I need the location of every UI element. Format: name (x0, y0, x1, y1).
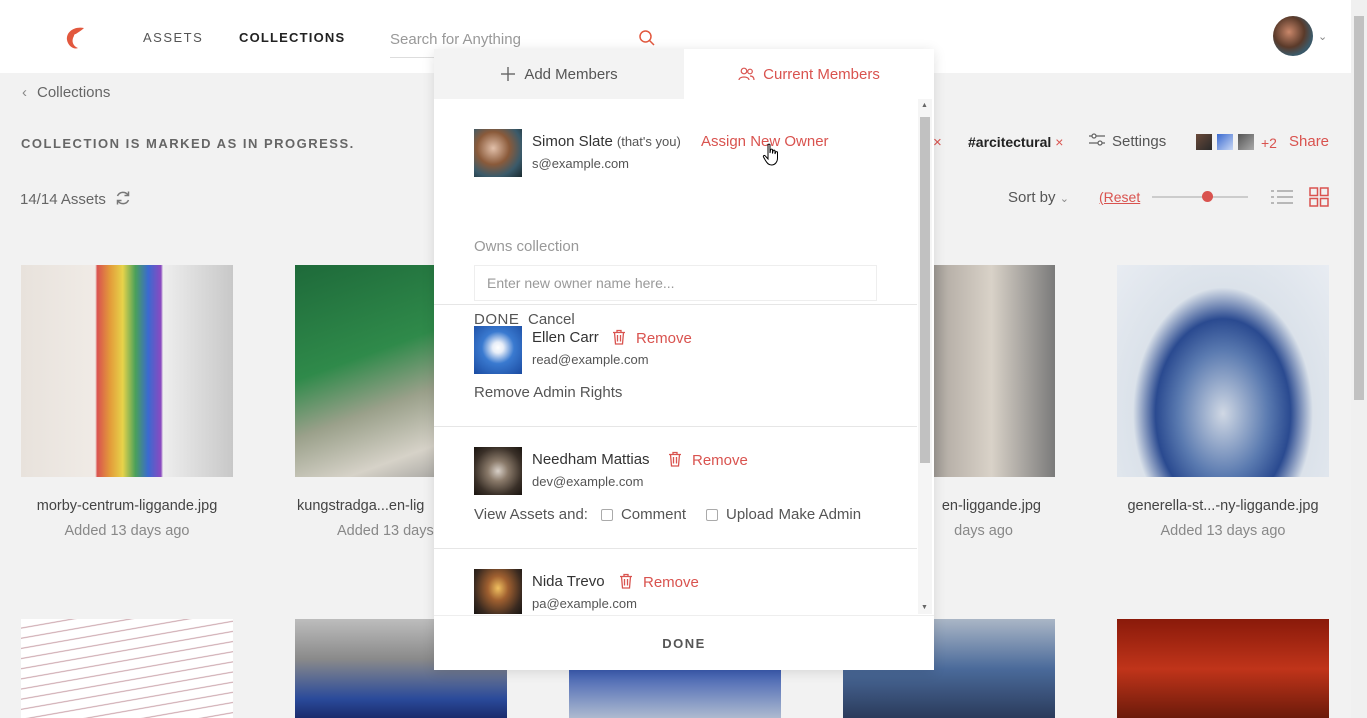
members-list: Simon Slate (that's you) s@example.com As… (434, 99, 917, 614)
member-name: Needham Mattias (532, 451, 650, 468)
member-name: Simon Slate (that's you) (532, 133, 681, 150)
tab-add-members[interactable]: Add Members (434, 49, 684, 99)
asset-thumbnail[interactable] (21, 619, 233, 718)
member-row: Simon Slate (that's you) s@example.com As… (434, 99, 917, 328)
plus-icon (500, 66, 516, 82)
scroll-down-icon[interactable]: ▼ (921, 604, 928, 611)
extra-members-count[interactable]: +2 (1261, 135, 1277, 151)
scroll-up-icon[interactable]: ▲ (921, 102, 928, 109)
share-button[interactable]: Share (1289, 133, 1329, 150)
member-row: Ellen Carr read@example.com Remove Remov… (434, 305, 917, 427)
member-name: Nida Trevo (532, 573, 605, 590)
user-avatar[interactable] (1273, 16, 1313, 56)
scrollbar-thumb[interactable] (1354, 16, 1364, 400)
page-scrollbar[interactable] (1351, 0, 1367, 718)
sliders-icon (1089, 133, 1105, 146)
hand-cursor-icon (762, 143, 778, 166)
remove-member-button[interactable]: Remove (619, 573, 699, 591)
chevron-left-icon: ‹ (22, 84, 27, 101)
trash-icon (669, 451, 681, 467)
member-name-text: Simon Slate (532, 133, 613, 150)
avatar (474, 447, 522, 495)
asset-name: morby-centrum-liggande.jpg (36, 498, 218, 514)
grid-view-icon[interactable] (1309, 187, 1329, 207)
breadcrumb-label: Collections (37, 84, 111, 101)
modal-tabs: Add Members Current Members (434, 49, 934, 99)
member-email: s@example.com (532, 156, 630, 171)
sort-label: Sort by (1008, 189, 1056, 206)
app-logo-icon[interactable] (62, 24, 90, 52)
sort-dropdown[interactable]: Sort by ⌄ (1008, 189, 1069, 206)
remove-member-button[interactable]: Remove (612, 329, 692, 347)
tab-add-members-label: Add Members (524, 65, 618, 83)
remove-label: Remove (692, 452, 748, 469)
modal-scrollbar[interactable]: ▲ ▼ (918, 99, 932, 614)
breadcrumb[interactable]: ‹ Collections (22, 84, 110, 101)
make-admin-button[interactable]: Make Admin (779, 506, 862, 523)
asset-added-date: Added 13 days ago (1160, 523, 1286, 539)
asset-thumbnail[interactable] (1117, 265, 1329, 477)
asset-thumbnail[interactable] (21, 265, 233, 477)
thumbnail (1217, 134, 1233, 150)
close-icon[interactable]: × (1055, 134, 1063, 150)
asset-count: 14/14 Assets (20, 189, 132, 208)
remove-admin-rights-button[interactable]: Remove Admin Rights (474, 384, 622, 401)
member-row: Needham Mattias dev@example.com Remove V… (434, 427, 917, 549)
tag-remove-icon[interactable]: × (933, 134, 942, 151)
permissions-row: View Assets and: Comment Upload Make Adm… (474, 506, 861, 523)
new-owner-input[interactable] (474, 265, 877, 301)
avatar (474, 129, 522, 177)
asset-card[interactable]: morby-centrum-liggande.jpg Added 13 days… (21, 265, 233, 539)
settings-button[interactable]: Settings (1088, 133, 1166, 150)
search-icon[interactable] (638, 29, 656, 47)
remove-member-button[interactable]: Remove (668, 451, 748, 469)
nav-collections[interactable]: COLLECTIONS (239, 30, 345, 45)
refresh-icon[interactable] (114, 189, 132, 207)
asset-card[interactable]: generella-st...-ny-liggande.jpg Added 13… (1117, 265, 1329, 539)
avatar (474, 569, 522, 614)
modal-done-label: DONE (662, 635, 706, 651)
modal-done-button[interactable]: DONE (434, 615, 934, 670)
tag-chip: #arcitectural × (968, 134, 1063, 150)
list-view-icon[interactable] (1271, 188, 1293, 206)
trash-icon (613, 329, 625, 345)
collection-thumbnails (1196, 134, 1254, 150)
asset-count-label: 14/14 Assets (20, 191, 106, 208)
asset-name: generella-st...-ny-liggande.jpg (1127, 498, 1319, 514)
member-email: dev@example.com (532, 474, 644, 489)
slider-knob[interactable] (1202, 191, 1213, 202)
member-row: Nida Trevo pa@example.com Remove (434, 549, 917, 614)
upload-checkbox[interactable] (706, 508, 718, 521)
zoom-slider[interactable] (1152, 191, 1248, 202)
member-email: read@example.com (532, 352, 649, 367)
settings-label: Settings (1112, 133, 1167, 150)
tab-current-members[interactable]: Current Members (684, 49, 934, 99)
users-icon (738, 67, 755, 81)
chevron-down-icon: ⌄ (1059, 193, 1069, 205)
scrollbar-thumb[interactable] (920, 117, 930, 463)
member-email: pa@example.com (532, 596, 637, 611)
avatar (474, 326, 522, 374)
you-label: (that's you) (616, 134, 681, 149)
remove-label: Remove (643, 574, 699, 591)
members-modal: Add Members Current Members Simon Slate(… (434, 49, 934, 670)
remove-label: Remove (636, 330, 692, 347)
comment-checkbox[interactable] (600, 508, 613, 521)
comment-label: Comment (620, 506, 686, 523)
tab-current-members-label: Current Members (763, 65, 880, 83)
nav-assets[interactable]: ASSETS (143, 30, 203, 45)
upload-label: Upload (726, 506, 774, 523)
status-banner: COLLECTION IS MARKED AS IN PROGRESS. (21, 136, 355, 151)
asset-added-date: Added 13 days ago (64, 523, 190, 539)
chevron-down-icon[interactable]: ⌄ (1318, 30, 1327, 43)
trash-icon (620, 573, 632, 589)
asset-thumbnail[interactable] (1117, 619, 1329, 718)
reset-link[interactable]: (Reset (1099, 189, 1140, 205)
view-assets-label: View Assets and: (474, 506, 588, 523)
thumbnail (1196, 134, 1212, 150)
tag-label: #arcitectural (968, 134, 1052, 150)
owns-collection-label: Owns collection (474, 238, 580, 255)
thumbnail (1238, 134, 1254, 150)
member-name: Ellen Carr (532, 329, 599, 346)
